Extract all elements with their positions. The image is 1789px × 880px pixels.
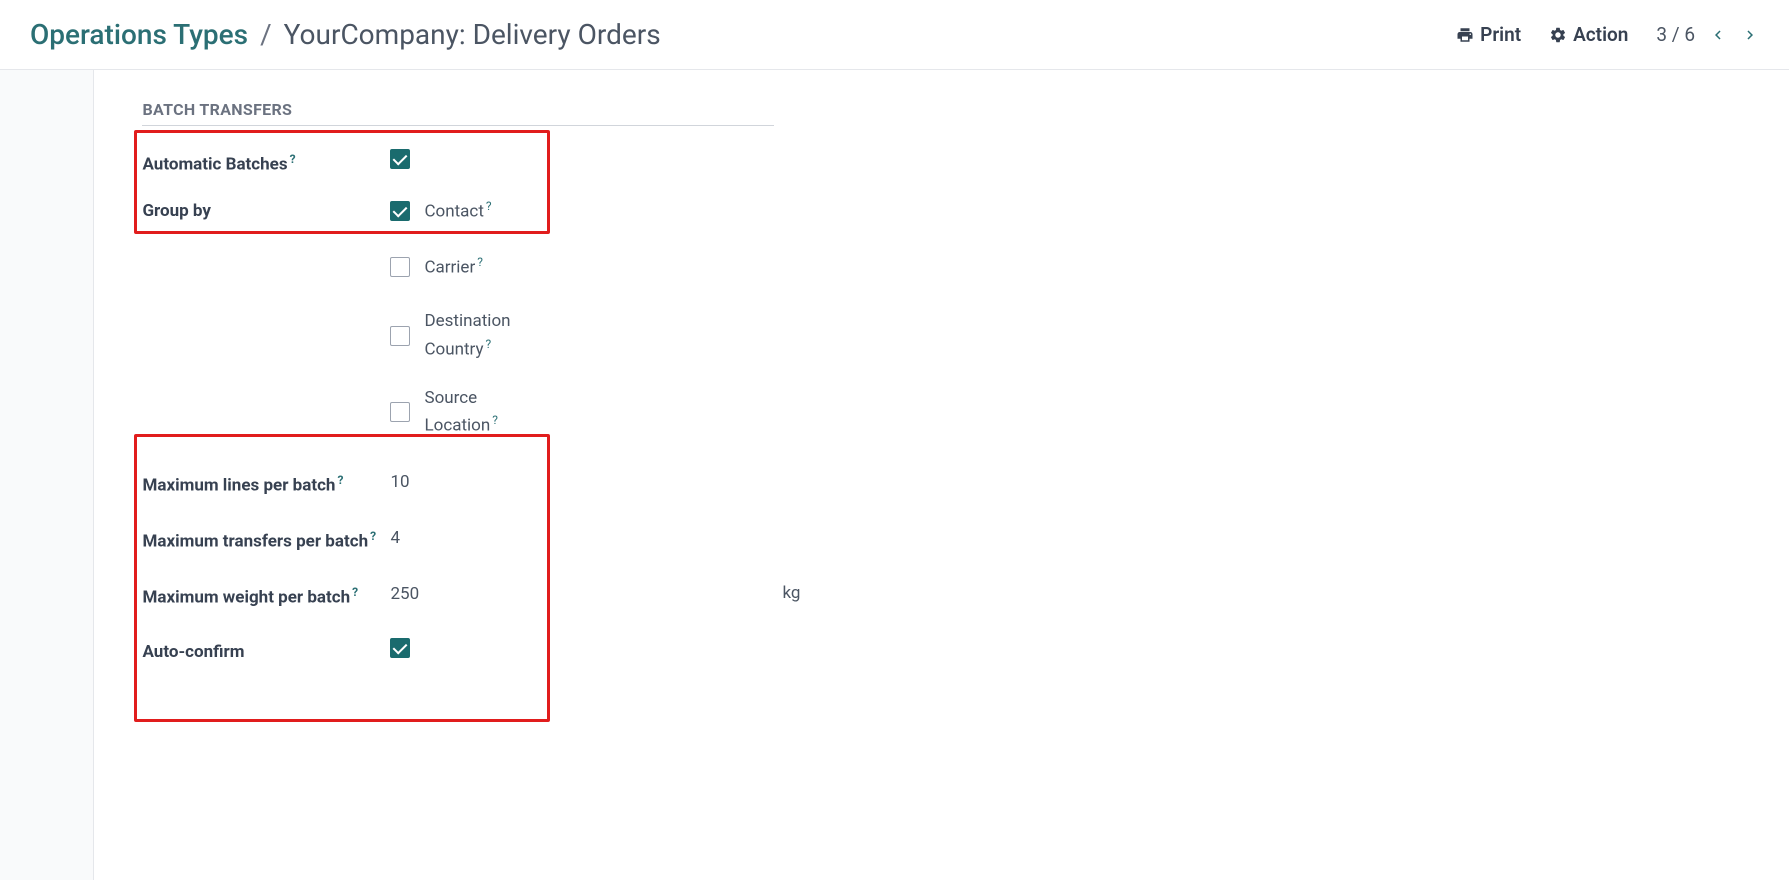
pager-next[interactable] — [1741, 26, 1759, 44]
topbar: Operations Types / YourCompany: Delivery… — [0, 0, 1789, 70]
left-gutter — [0, 70, 94, 880]
content: BATCH TRANSFERS Automatic Batches? Group… — [0, 70, 1789, 880]
topbar-actions: Print Action 3 / 6 — [1456, 23, 1759, 46]
field-group-by-destination: Destination Country? — [142, 304, 1741, 363]
field-group-by-source: Source Location? — [142, 381, 1741, 440]
group-by-carrier-text: Carrier — [424, 258, 475, 278]
chevron-right-icon — [1741, 26, 1759, 44]
breadcrumb-current: YourCompany: Delivery Orders — [284, 18, 661, 51]
field-max-lines: Maximum lines per batch? 10 — [142, 465, 1741, 503]
print-label: Print — [1480, 23, 1521, 46]
help-icon[interactable]: ? — [486, 337, 492, 351]
max-weight-label-text: Maximum weight per batch — [142, 588, 350, 608]
breadcrumb: Operations Types / YourCompany: Delivery… — [30, 18, 661, 51]
print-button[interactable]: Print — [1456, 23, 1521, 46]
field-max-transfers: Maximum transfers per batch? 4 — [142, 521, 1741, 559]
field-max-weight: Maximum weight per batch? 250 kg — [142, 577, 1741, 615]
max-weight-label: Maximum weight per batch? — [142, 577, 390, 612]
chevron-left-icon — [1709, 26, 1727, 44]
breadcrumb-root[interactable]: Operations Types — [30, 18, 248, 51]
group-by-destination-checkbox[interactable] — [390, 326, 410, 346]
max-lines-label-text: Maximum lines per batch — [142, 476, 335, 496]
field-group-by: Group by Contact? — [142, 192, 1741, 230]
group-by-contact-checkbox[interactable] — [390, 201, 410, 221]
field-auto-confirm: Auto-confirm — [142, 633, 1741, 671]
automatic-batches-label: Automatic Batches? — [142, 144, 390, 179]
auto-confirm-checkbox[interactable] — [390, 638, 410, 658]
help-icon[interactable]: ? — [486, 199, 492, 213]
pager: 3 / 6 — [1656, 23, 1759, 46]
group-by-destination-text: Destination Country — [424, 311, 510, 359]
auto-confirm-label: Auto-confirm — [142, 633, 390, 666]
group-by-source-text: Source Location — [424, 388, 490, 436]
print-icon — [1456, 26, 1474, 44]
group-by-carrier-checkbox[interactable] — [390, 257, 410, 277]
group-by-contact-text: Contact — [424, 202, 483, 222]
help-icon[interactable]: ? — [492, 413, 498, 427]
group-by-destination-label: Destination Country? — [424, 309, 554, 363]
field-group-by-carrier: Carrier? — [142, 248, 1741, 286]
max-lines-label: Maximum lines per batch? — [142, 465, 390, 500]
group-by-label: Group by — [142, 192, 390, 225]
gear-icon — [1549, 26, 1567, 44]
field-automatic-batches: Automatic Batches? — [142, 144, 1741, 182]
help-icon[interactable]: ? — [370, 529, 376, 543]
action-button[interactable]: Action — [1549, 23, 1628, 46]
group-by-contact-label: Contact? — [424, 197, 491, 225]
max-lines-value[interactable]: 10 — [390, 470, 409, 492]
group-by-source-label: Source Location? — [424, 386, 554, 440]
breadcrumb-separator: / — [260, 18, 272, 51]
group-by-carrier-label: Carrier? — [424, 253, 482, 281]
help-icon[interactable]: ? — [477, 255, 483, 269]
max-transfers-value[interactable]: 4 — [390, 526, 400, 548]
help-icon[interactable]: ? — [352, 585, 358, 599]
max-transfers-label-text: Maximum transfers per batch — [142, 532, 368, 552]
section-title: BATCH TRANSFERS — [142, 100, 774, 126]
action-label: Action — [1573, 23, 1628, 46]
help-icon[interactable]: ? — [290, 152, 296, 166]
automatic-batches-checkbox[interactable] — [390, 149, 410, 169]
max-weight-unit: kg — [782, 583, 800, 603]
pager-text: 3 / 6 — [1656, 23, 1695, 46]
group-by-source-checkbox[interactable] — [390, 402, 410, 422]
max-transfers-label: Maximum transfers per batch? — [142, 521, 390, 556]
max-weight-value[interactable]: 250 — [390, 582, 419, 604]
pager-prev[interactable] — [1709, 26, 1727, 44]
automatic-batches-label-text: Automatic Batches — [142, 155, 287, 175]
help-icon[interactable]: ? — [337, 473, 343, 487]
form-area: BATCH TRANSFERS Automatic Batches? Group… — [94, 70, 1789, 880]
